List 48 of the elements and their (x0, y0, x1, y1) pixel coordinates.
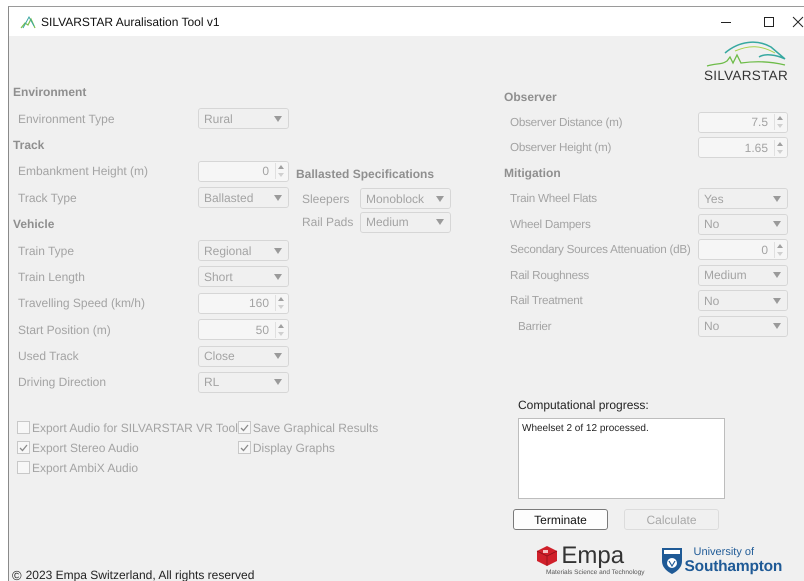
section-heading: Track (13, 138, 44, 152)
mountain-logo-icon (704, 39, 787, 69)
field-label: Secondary Sources Attenuation (dB) (510, 243, 692, 256)
field-label: Train Type (18, 244, 76, 258)
window-title: SILVARSTAR Auralisation Tool v1 (41, 14, 220, 28)
logo-text: SILVARSTAR (704, 69, 788, 83)
field-label: Travelling Speed (km/h) (18, 296, 146, 310)
field-label: Start Position (m) (18, 322, 112, 337)
section-heading: Observer (504, 90, 557, 104)
field-label: Environment Type (18, 112, 116, 126)
field-label: Driving Direction (18, 375, 108, 390)
check-icon (240, 444, 249, 452)
field-label: Used Track (18, 349, 80, 364)
field-label: Train Length (18, 270, 86, 284)
shield-icon (660, 546, 683, 574)
field-label: Barrier (518, 320, 552, 333)
copyright-symbol: © (12, 568, 22, 581)
field-label: Observer Distance (m) (510, 116, 624, 129)
checkbox-label: Export Audio for SILVARSTAR VR Tool (32, 420, 238, 435)
field-label: Track Type (18, 190, 78, 205)
close-icon[interactable] (792, 16, 804, 28)
checkbox-label: Export Stereo Audio (32, 440, 139, 455)
progress-log: Wheelset 2 of 12 processed. (518, 418, 725, 499)
check-icon (19, 444, 28, 452)
field-label: Rail Treatment (510, 294, 584, 308)
app-icon (20, 14, 36, 28)
field-label: Observer Height (m) (510, 141, 612, 154)
cube-icon (536, 545, 558, 567)
logo-text: Empa (561, 543, 624, 569)
field-label: Rail Pads (302, 215, 354, 230)
terminate-button[interactable]: Terminate (513, 509, 608, 530)
field-label: Sleepers (302, 192, 350, 206)
field-label: Train Wheel Flats (510, 192, 598, 206)
section-heading: Ballasted Specifications (296, 167, 434, 181)
logo-text: University of (694, 546, 756, 558)
section-heading: Environment (13, 85, 86, 100)
maximize-icon[interactable] (762, 16, 774, 28)
field-label: Wheel Dampers (510, 218, 592, 231)
field-label: Embankment Height (m) (18, 164, 150, 178)
section-heading: Mitigation (504, 166, 561, 180)
field-label: Rail Roughness (510, 268, 590, 282)
section-heading: Vehicle (13, 217, 54, 232)
progress-label: Computational progress: (518, 398, 650, 412)
check-icon (240, 424, 249, 432)
logo-text: Southampton (684, 558, 782, 576)
checkbox-label: Export AmbiX Audio (32, 460, 138, 475)
checkbox-label: Save Graphical Results (252, 420, 378, 435)
checkbox-label: Display Graphs (252, 440, 335, 455)
